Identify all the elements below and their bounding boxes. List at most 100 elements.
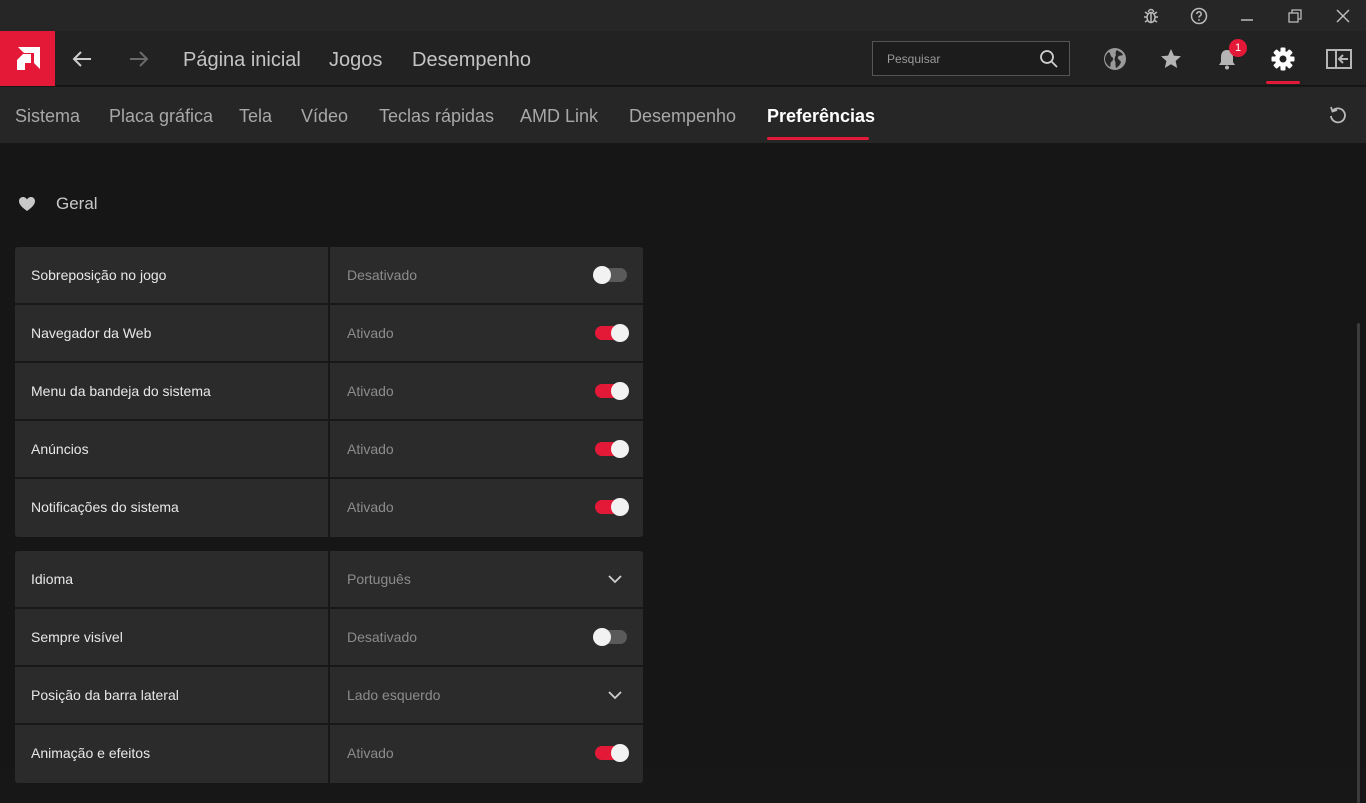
close-button[interactable] [1319, 0, 1366, 31]
sempre-visivel-toggle[interactable] [593, 628, 627, 646]
help-button[interactable] [1175, 0, 1223, 31]
animacao-e-efeitos-toggle[interactable] [595, 744, 629, 762]
setting-value[interactable]: Lado esquerdo [347, 687, 440, 703]
star-icon [1161, 48, 1181, 68]
general-settings-card: Sobreposição no jogo Desativado Navegador … [15, 247, 643, 537]
reset-button[interactable] [1326, 103, 1350, 127]
minimize-icon [1241, 18, 1253, 21]
row-divider [328, 247, 330, 303]
setting-label: Idioma [31, 571, 74, 587]
restore-icon [1288, 8, 1302, 23]
forward-button[interactable] [119, 31, 159, 86]
setting-label: Sempre visível [31, 629, 123, 645]
arrow-left-icon [72, 50, 91, 67]
bug-report-button[interactable] [1127, 0, 1175, 31]
tab-placa-grafica[interactable]: Placa gráfica [109, 106, 213, 127]
search-input[interactable] [873, 42, 1033, 75]
row-divider [328, 479, 330, 537]
notifications-button[interactable] [1203, 31, 1251, 86]
restore-button[interactable] [1271, 0, 1319, 31]
settings-active-indicator [1266, 81, 1300, 84]
row-divider [328, 305, 330, 361]
setting-row-notificacoes-do-sistema: Notificações do sistema Ativado [15, 479, 643, 537]
toggle-knob [611, 440, 629, 458]
notificacoes-do-sistema-toggle[interactable] [595, 498, 629, 516]
globe-icon [1104, 47, 1126, 70]
toggle-knob [611, 324, 629, 342]
setting-label: Notificações do sistema [31, 499, 179, 515]
chevron-down-icon[interactable] [607, 571, 623, 587]
setting-row-animacao-e-efeitos: Animação e efeitos Ativado [15, 725, 643, 783]
row-divider [328, 609, 330, 665]
setting-label: Anúncios [31, 441, 89, 457]
tab-sistema[interactable]: Sistema [15, 106, 80, 127]
title-bar [0, 0, 1366, 31]
sidebar-toggle-button[interactable] [1315, 31, 1363, 86]
setting-row-posicao-da-barra-lateral: Posição da barra lateral Lado esquerdo [15, 667, 643, 725]
setting-row-menu-da-bandeja-do-sistema: Menu da bandeja do sistema Ativado [15, 363, 643, 421]
settings-button[interactable] [1259, 31, 1307, 86]
back-button[interactable] [62, 31, 102, 86]
setting-value: Ativado [347, 325, 394, 341]
reset-icon [1330, 106, 1346, 124]
setting-value: Ativado [347, 441, 394, 457]
tab-amd-link[interactable]: AMD Link [520, 106, 598, 127]
setting-label: Menu da bandeja do sistema [31, 383, 211, 399]
setting-value: Ativado [347, 745, 394, 761]
section-header: Geral [18, 194, 98, 214]
tab-desempenho[interactable]: Desempenho [629, 106, 736, 127]
search-icon[interactable] [1039, 49, 1059, 69]
help-icon [1190, 7, 1208, 24]
toggle-knob [611, 498, 629, 516]
bug-icon [1144, 8, 1158, 23]
setting-value: Ativado [347, 499, 394, 515]
setting-row-anuncios: Anúncios Ativado [15, 421, 643, 479]
nav-home-link[interactable]: Página inicial [183, 49, 301, 72]
globe-button[interactable] [1091, 31, 1139, 86]
tab-video[interactable]: Vídeo [301, 106, 348, 127]
row-divider [328, 421, 330, 477]
minimize-button[interactable] [1223, 0, 1271, 31]
setting-label: Navegador da Web [31, 325, 152, 341]
amd-logo[interactable] [0, 31, 55, 86]
toggle-knob [593, 266, 611, 284]
navegador-da-web-toggle[interactable] [595, 324, 629, 342]
setting-value[interactable]: Português [347, 571, 411, 587]
settings-tabs: Sistema Placa gráfica Tela Vídeo Teclas … [0, 87, 1366, 143]
anuncios-toggle[interactable] [595, 440, 629, 458]
setting-label: Sobreposição no jogo [31, 267, 167, 283]
setting-value: Ativado [347, 383, 394, 399]
setting-label: Posição da barra lateral [31, 687, 179, 703]
row-divider [328, 725, 330, 783]
menu-da-bandeja-do-sistema-toggle[interactable] [595, 382, 629, 400]
arrow-right-icon [130, 50, 149, 67]
setting-row-sobreposicao-no-jogo: Sobreposição no jogo Desativado [15, 247, 643, 305]
active-tab-indicator [767, 137, 869, 140]
section-title: Geral [56, 194, 98, 213]
nav-games-link[interactable]: Jogos [329, 49, 382, 72]
tab-tela[interactable]: Tela [239, 106, 272, 127]
setting-row-sempre-visivel: Sempre visível Desativado [15, 609, 643, 667]
setting-label: Animação e efeitos [31, 745, 151, 761]
main-content: Geral Sobreposição no jogo Desativado Nave… [0, 143, 1366, 803]
setting-row-navegador-da-web: Navegador da Web Ativado [15, 305, 643, 363]
tab-preferencias[interactable]: Preferências [767, 106, 875, 127]
toggle-knob [593, 628, 611, 646]
setting-row-idioma: Idioma Português [15, 551, 643, 609]
scrollbar[interactable] [1357, 323, 1360, 803]
heart-icon [19, 197, 35, 211]
gear-icon [1271, 47, 1295, 70]
row-divider [328, 551, 330, 607]
toggle-knob [611, 382, 629, 400]
top-navigation: Página inicial Jogos Desempenho 1 [0, 31, 1366, 86]
sidebar-panel-icon [1326, 48, 1352, 69]
chevron-down-icon[interactable] [607, 687, 623, 703]
interface-settings-card: Idioma Português Sempre visível Desativado P… [15, 551, 643, 783]
nav-performance-link[interactable]: Desempenho [412, 49, 531, 72]
search-box [872, 41, 1070, 76]
sobreposicao-no-jogo-toggle[interactable] [593, 266, 627, 284]
favorites-button[interactable] [1147, 31, 1195, 86]
close-icon [1336, 8, 1350, 23]
tab-teclas-rapidas[interactable]: Teclas rápidas [379, 106, 494, 127]
setting-value: Desativado [347, 267, 418, 283]
